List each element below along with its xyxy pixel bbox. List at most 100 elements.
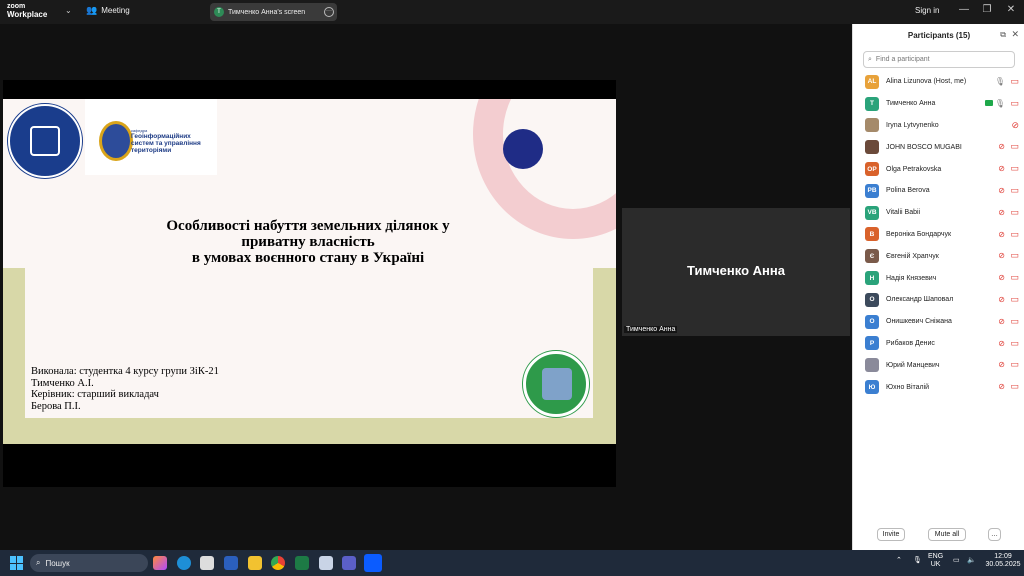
excel-icon[interactable] — [295, 556, 309, 570]
participant-row[interactable]: JOHN BOSCO MUGABI ⊘ ▭ — [853, 136, 1024, 158]
mute-all-button[interactable]: Mute all — [928, 528, 966, 541]
eco-faculty-logo — [523, 351, 589, 417]
minimize-button[interactable]: — — [956, 4, 972, 18]
video-off-icon[interactable]: ▭ — [1010, 141, 1019, 152]
meeting-stage: кафедра Геоінформаційних систем та управ… — [0, 24, 852, 550]
microphone-icon[interactable]: 🎙 — [995, 99, 1005, 108]
video-off-icon[interactable]: ▭ — [1010, 98, 1019, 109]
muted-microphone-icon[interactable]: ⊘ — [998, 186, 1005, 195]
video-off-icon[interactable]: ▭ — [1010, 250, 1019, 261]
copilot-icon[interactable] — [153, 556, 167, 570]
more-options-icon[interactable]: ··· — [324, 7, 334, 17]
avatar: Є — [865, 249, 879, 264]
participant-row[interactable]: VB Vitalii Babii ⊘ ▭ — [853, 202, 1024, 224]
muted-microphone-icon[interactable]: ⊘ — [998, 317, 1005, 326]
participant-row[interactable]: Ю Юхно Віталій ⊘ ▭ — [853, 376, 1024, 398]
muted-microphone-icon[interactable]: ⊘ — [998, 339, 1005, 348]
muted-microphone-icon[interactable]: ⊘ — [998, 208, 1005, 217]
video-off-icon[interactable]: ▭ — [1010, 163, 1019, 174]
avatar — [865, 140, 879, 155]
avatar — [865, 358, 879, 373]
participant-name: Vitalii Babii — [886, 209, 921, 217]
chevron-up-icon[interactable]: ⌃ — [896, 557, 902, 565]
seal-emblem — [30, 126, 60, 156]
video-off-icon[interactable]: ▭ — [1010, 338, 1019, 349]
word-icon[interactable] — [224, 556, 238, 570]
notes-icon[interactable] — [200, 556, 214, 570]
building-emblem — [542, 368, 572, 400]
zoom-window: zoom Workplace ⌄ 👥 Meeting Т Тимченко Ан… — [0, 0, 1024, 576]
microphone-icon[interactable]: 🎙 — [913, 557, 922, 565]
avatar: PB — [865, 183, 879, 198]
restore-button[interactable]: ❐ — [979, 4, 995, 18]
participant-name: Iryna Lytvynenko — [886, 121, 939, 129]
participant-row[interactable]: Н Надія Князевич ⊘ ▭ — [853, 267, 1024, 289]
close-icon[interactable]: ✕ — [1011, 29, 1019, 40]
participant-row[interactable]: AL Alina Lizunova (Host, me) 🎙 ▭ — [853, 71, 1024, 93]
screen-share-indicator[interactable]: Т Тимченко Анна's screen ··· — [210, 3, 337, 21]
participant-search-input[interactable]: ⌕ Find a participant — [863, 51, 1015, 68]
muted-microphone-icon[interactable]: ⊘ — [998, 230, 1005, 239]
participant-row[interactable]: Iryna Lytvynenko ⊘ — [853, 115, 1024, 137]
avatar: VB — [865, 205, 879, 220]
participant-row[interactable]: Є Євгеній Храпчук ⊘ ▭ — [853, 245, 1024, 267]
search-icon: ⌕ — [868, 55, 872, 63]
muted-microphone-icon[interactable]: ⊘ — [998, 295, 1005, 304]
participant-row[interactable]: Р Рибаков Денис ⊘ ▭ — [853, 333, 1024, 355]
avatar: Р — [865, 336, 879, 351]
video-off-icon[interactable]: ▭ — [1010, 272, 1019, 283]
network-icon[interactable]: ▭ — [953, 557, 960, 565]
video-off-icon[interactable]: ▭ — [1010, 381, 1019, 392]
invite-button[interactable]: Invite — [877, 528, 905, 541]
title-bar: zoom Workplace ⌄ 👥 Meeting Т Тимченко Ан… — [0, 0, 1024, 24]
pop-out-icon[interactable]: ⧉ — [1000, 30, 1006, 40]
clock[interactable]: 12:09 30.05.2025 — [982, 553, 1024, 569]
save-disk-icon[interactable] — [319, 556, 333, 570]
muted-microphone-icon[interactable]: ⊘ — [1011, 120, 1019, 131]
chrome-icon[interactable] — [271, 556, 285, 570]
participant-row[interactable]: Т Тимченко Анна 🎙 ▭ — [853, 93, 1024, 115]
file-explorer-icon[interactable] — [248, 556, 262, 570]
windows-start-icon[interactable] — [10, 556, 24, 570]
participant-row[interactable]: PB Polina Berova ⊘ ▭ — [853, 180, 1024, 202]
more-button[interactable]: … — [988, 528, 1001, 541]
video-off-icon[interactable]: ▭ — [1010, 76, 1019, 87]
screen-share-icon — [985, 99, 993, 106]
video-off-icon[interactable]: ▭ — [1010, 229, 1019, 240]
slide-title: Особливості набуття земельних ділянок у … — [166, 218, 450, 266]
sign-in-button[interactable]: Sign in — [915, 6, 939, 15]
video-tile-display-name: Тимченко Анна — [687, 263, 785, 278]
language-indicator[interactable]: ENG UK — [928, 553, 943, 569]
muted-microphone-icon[interactable]: ⊘ — [998, 142, 1005, 151]
participant-row[interactable]: OP Olga Petrakovska ⊘ ▭ — [853, 158, 1024, 180]
avatar: Н — [865, 271, 879, 286]
meeting-menu[interactable]: 👥 Meeting — [86, 5, 130, 16]
participant-video-tile[interactable]: Тимченко Анна Тимченко Анна — [622, 208, 850, 336]
participants-panel: Participants (15) ⧉ ✕ ⌕ Find a participa… — [852, 24, 1024, 550]
participant-row[interactable]: В Вероніка Бондарчук ⊘ ▭ — [853, 224, 1024, 246]
video-off-icon[interactable]: ▭ — [1010, 185, 1019, 196]
participant-name: Тимченко Анна — [886, 100, 936, 108]
participant-row[interactable]: О Онишкевич Сніжана ⊘ ▭ — [853, 311, 1024, 333]
edge-icon[interactable] — [177, 556, 191, 570]
video-off-icon[interactable]: ▭ — [1010, 294, 1019, 305]
zoom-taskbar-icon[interactable] — [364, 554, 382, 572]
teams-icon[interactable] — [342, 556, 356, 570]
close-window-button[interactable]: ✕ — [1003, 4, 1019, 18]
microphone-icon[interactable]: 🎙 — [995, 77, 1005, 86]
muted-microphone-icon[interactable]: ⊘ — [998, 382, 1005, 391]
chevron-down-icon[interactable]: ⌄ — [65, 6, 72, 15]
muted-microphone-icon[interactable]: ⊘ — [998, 251, 1005, 260]
muted-microphone-icon[interactable]: ⊘ — [998, 273, 1005, 282]
video-off-icon[interactable]: ▭ — [1010, 359, 1019, 370]
speaker-icon[interactable]: 🔈 — [967, 557, 976, 565]
participant-row[interactable]: Юрий Манцевич ⊘ ▭ — [853, 354, 1024, 376]
video-off-icon[interactable]: ▭ — [1010, 316, 1019, 327]
participant-list: AL Alina Lizunova (Host, me) 🎙 ▭ Т Тимченко А… — [853, 71, 1024, 398]
muted-microphone-icon[interactable]: ⊘ — [998, 360, 1005, 369]
muted-microphone-icon[interactable]: ⊘ — [998, 164, 1005, 173]
taskbar-search[interactable]: ⌕ Пошук — [30, 554, 148, 572]
participant-row[interactable]: О Олександр Шаповал ⊘ ▭ — [853, 289, 1024, 311]
video-off-icon[interactable]: ▭ — [1010, 207, 1019, 218]
avatar: OP — [865, 162, 879, 177]
